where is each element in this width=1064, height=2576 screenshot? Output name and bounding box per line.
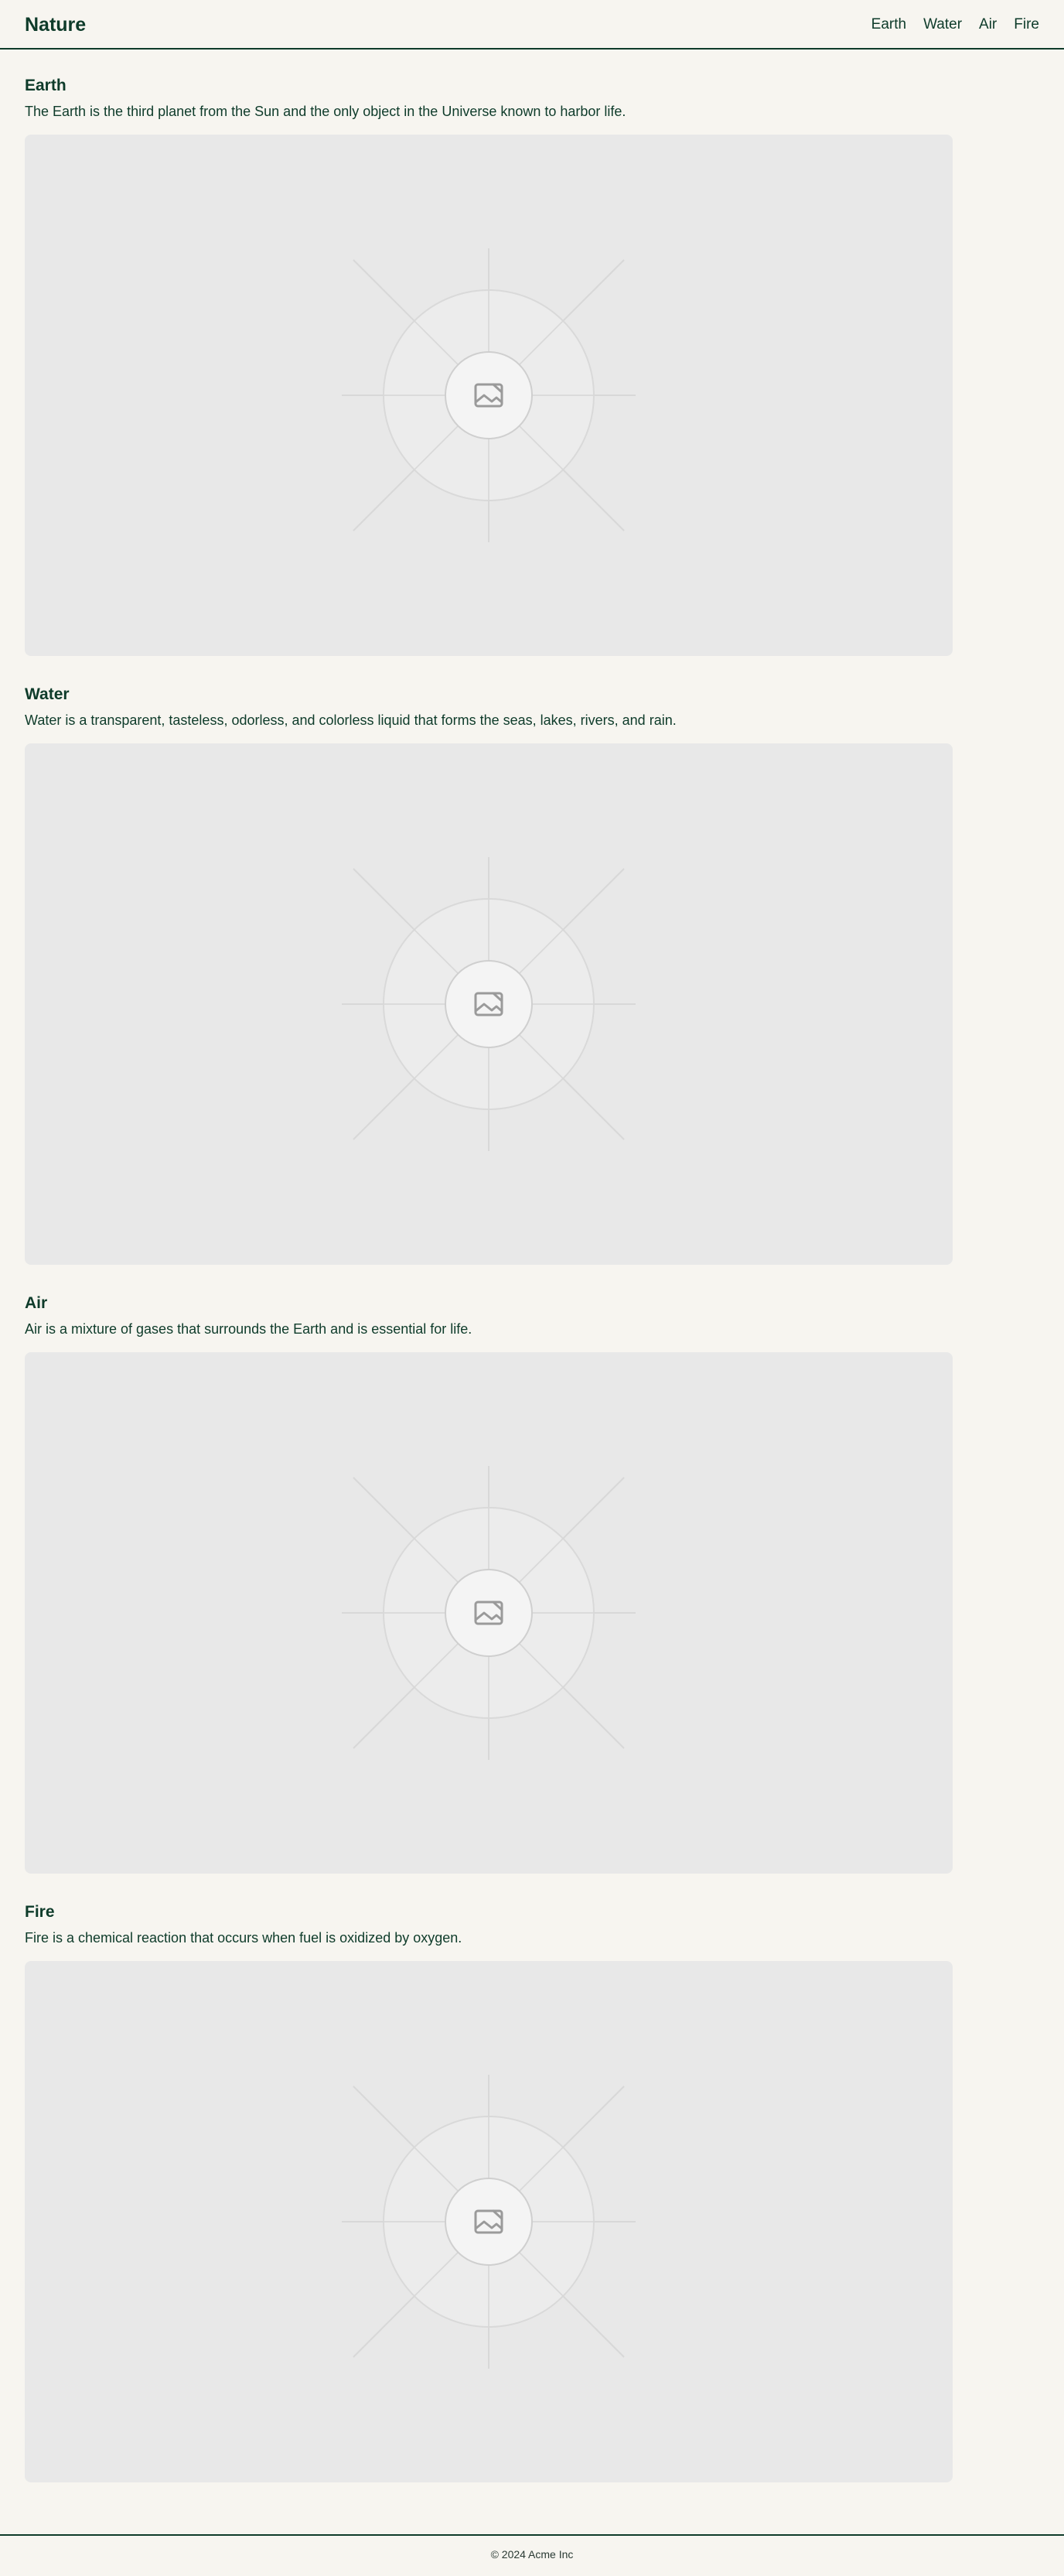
site-header: Nature Earth Water Air Fire bbox=[0, 0, 1064, 50]
site-footer: © 2024 Acme Inc bbox=[0, 2534, 1064, 2576]
placeholder-graphic bbox=[342, 857, 636, 1151]
brand-logo[interactable]: Nature bbox=[25, 13, 86, 36]
nav-link-air[interactable]: Air bbox=[979, 15, 997, 34]
section-description: Air is a mixture of gases that surrounds… bbox=[25, 1321, 472, 1337]
image-placeholder bbox=[25, 743, 953, 1265]
section-description: Fire is a chemical reaction that occurs … bbox=[25, 1930, 462, 1946]
nav-link-earth[interactable]: Earth bbox=[871, 15, 906, 34]
image-placeholder bbox=[25, 1352, 953, 1874]
section-title: Air bbox=[25, 1294, 48, 1312]
section-title: Fire bbox=[25, 1903, 55, 1921]
section-description: The Earth is the third planet from the S… bbox=[25, 104, 626, 119]
copyright-text: © 2024 Acme Inc bbox=[490, 2548, 574, 2561]
section-title: Earth bbox=[25, 77, 66, 94]
placeholder-graphic bbox=[342, 2075, 636, 2369]
placeholder-graphic bbox=[342, 248, 636, 542]
section-fire: Fire Fire is a chemical reaction that oc… bbox=[25, 1902, 953, 2482]
image-placeholder bbox=[25, 135, 953, 656]
main-nav: Earth Water Air Fire bbox=[871, 15, 1039, 34]
section-air: Air Air is a mixture of gases that surro… bbox=[25, 1293, 953, 1874]
section-earth: Earth The Earth is the third planet from… bbox=[25, 76, 953, 656]
nav-link-water[interactable]: Water bbox=[923, 15, 962, 34]
image-placeholder bbox=[25, 1961, 953, 2482]
section-description: Water is a transparent, tasteless, odorl… bbox=[25, 712, 677, 728]
nav-link-fire[interactable]: Fire bbox=[1014, 15, 1039, 34]
section-water: Water Water is a transparent, tasteless,… bbox=[25, 685, 953, 1265]
section-title: Water bbox=[25, 685, 70, 703]
placeholder-graphic bbox=[342, 1466, 636, 1760]
